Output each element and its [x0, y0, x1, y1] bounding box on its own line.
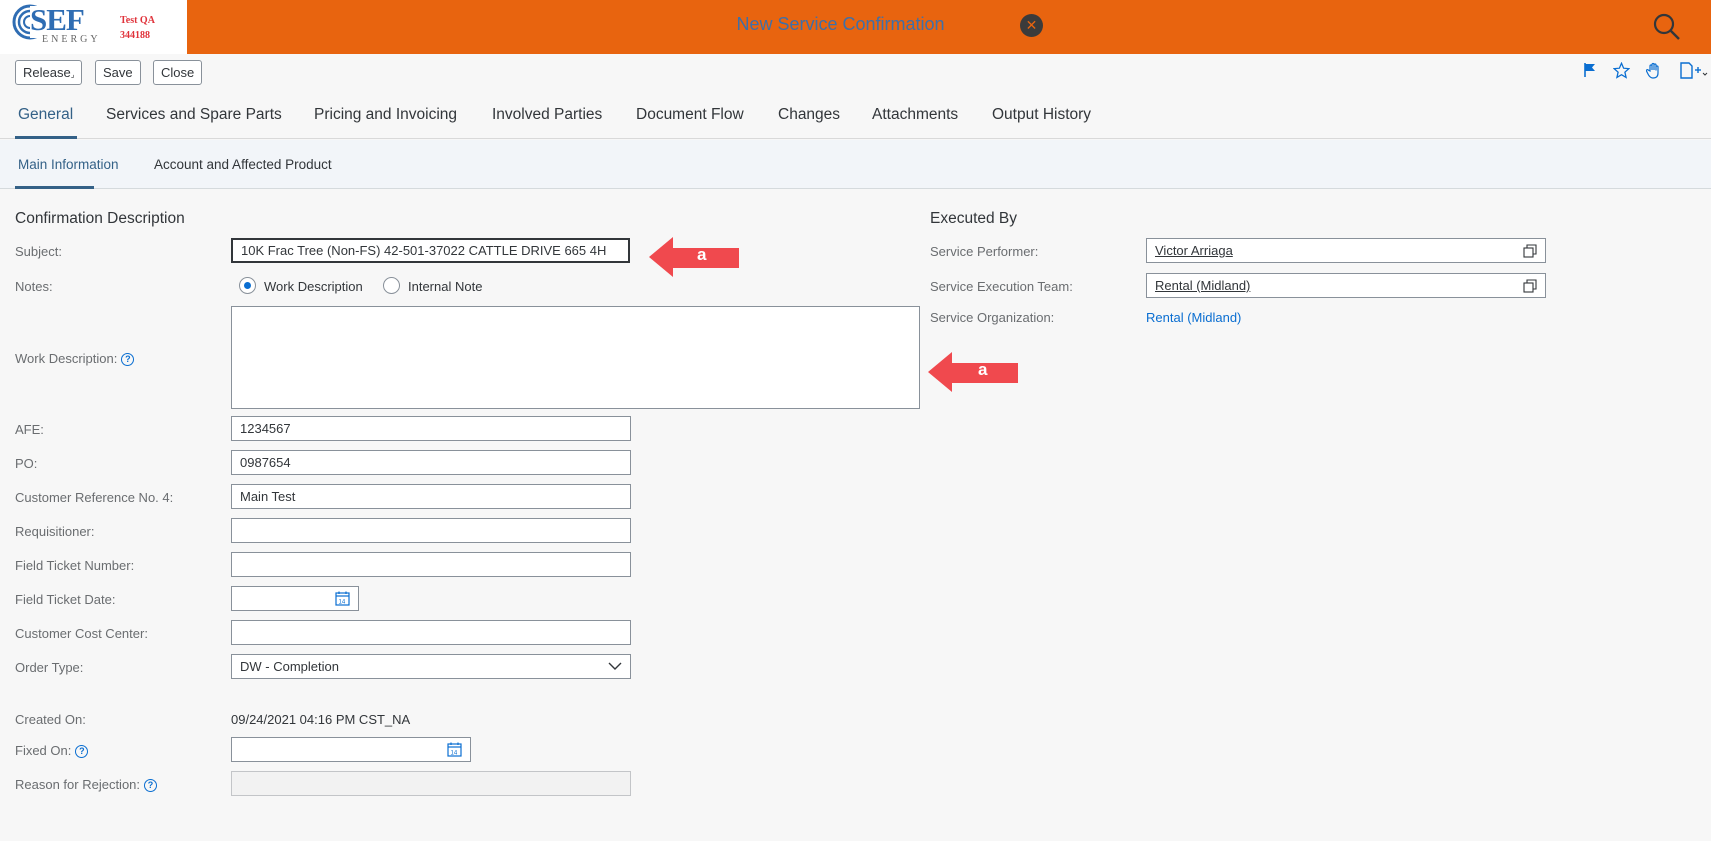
service-performer-value[interactable]: Victor Arriaga [1155, 243, 1233, 258]
order-type-label: Order Type: [15, 660, 84, 675]
dropdown-indicator-icon: ⌟ [70, 70, 75, 79]
order-type-value: DW - Completion [240, 659, 339, 674]
subtab-account-affected-product[interactable]: Account and Affected Product [154, 157, 332, 172]
customer-cost-center-input[interactable] [231, 620, 631, 645]
created-on-label: Created On: [15, 712, 86, 727]
tab-pricing-invoicing[interactable]: Pricing and Invoicing [314, 106, 457, 124]
customer-reference-input[interactable]: Main Test [231, 484, 631, 509]
service-organization-label: Service Organization: [930, 310, 1055, 325]
afe-input[interactable]: 1234567 [231, 416, 631, 441]
work-description-label: Work Description:? [15, 351, 135, 366]
work-description-radio[interactable] [239, 277, 256, 294]
hand-icon[interactable] [1645, 62, 1662, 84]
active-tab-indicator [15, 136, 77, 139]
requisitioner-label: Requisitioner: [15, 524, 95, 539]
requisitioner-input[interactable] [231, 518, 631, 543]
reason-rejection-label: Reason for Rejection:? [15, 777, 158, 792]
po-label: PO: [15, 456, 38, 471]
service-performer-label: Service Performer: [930, 244, 1039, 259]
help-icon[interactable]: ? [75, 745, 89, 758]
close-title-icon[interactable]: ✕ [1020, 14, 1043, 37]
subject-label: Subject: [15, 244, 62, 259]
field-ticket-date-label: Field Ticket Date: [15, 592, 116, 607]
flag-icon[interactable] [1582, 62, 1598, 83]
service-performer-input[interactable]: Victor Arriaga [1146, 238, 1546, 263]
customer-reference-label: Customer Reference No. 4: [15, 490, 174, 505]
annotation-arrow-icon [649, 237, 739, 277]
help-icon[interactable]: ? [121, 353, 135, 366]
afe-label: AFE: [15, 422, 44, 437]
created-on-value: 09/24/2021 04:16 PM CST_NA [231, 712, 411, 727]
work-description-label-text: Work Description: [15, 351, 118, 366]
save-button[interactable]: Save [95, 60, 141, 85]
help-icon[interactable]: ? [144, 779, 158, 792]
tab-services-spare-parts[interactable]: Services and Spare Parts [106, 106, 282, 124]
internal-note-radio-label: Internal Note [408, 279, 483, 294]
annotation-arrow-icon [928, 352, 1018, 392]
subtab-bar: Main Information Account and Affected Pr… [0, 140, 1711, 189]
page-title: New Service Confirmation [736, 14, 945, 34]
tab-general[interactable]: General [18, 106, 73, 124]
field-ticket-date-input[interactable]: 14 [231, 586, 359, 611]
tab-attachments[interactable]: Attachments [872, 106, 958, 124]
tab-bar: General Services and Spare Parts Pricing… [0, 96, 1711, 139]
field-ticket-number-input[interactable] [231, 552, 631, 577]
annotation-label: a [697, 245, 707, 264]
work-description-textarea[interactable] [231, 306, 920, 409]
service-organization-link[interactable]: Rental (Midland) [1146, 310, 1241, 325]
calendar-icon[interactable]: 14 [447, 742, 462, 757]
fixed-on-label: Fixed On:? [15, 743, 89, 758]
order-type-select[interactable]: DW - Completion [231, 654, 631, 679]
work-description-radio-label: Work Description [264, 279, 363, 294]
tab-output-history[interactable]: Output History [992, 106, 1091, 124]
release-button-label: Release [23, 65, 71, 80]
tab-document-flow[interactable]: Document Flow [636, 106, 744, 124]
release-button[interactable]: Release⌟ [15, 60, 83, 85]
value-help-icon[interactable] [1523, 244, 1537, 258]
tab-changes[interactable]: Changes [778, 106, 840, 124]
value-help-icon[interactable] [1523, 279, 1537, 293]
logo-subtext: ENERGY [42, 34, 101, 45]
field-ticket-number-label: Field Ticket Number: [15, 558, 135, 573]
notes-label: Notes: [15, 279, 53, 294]
svg-text:14: 14 [339, 600, 346, 606]
service-execution-team-input[interactable]: Rental (Midland) [1146, 273, 1546, 298]
po-input[interactable]: 0987654 [231, 450, 631, 475]
fixed-on-label-text: Fixed On: [15, 743, 72, 758]
star-icon[interactable] [1612, 61, 1631, 84]
internal-note-radio[interactable] [383, 277, 400, 294]
svg-text:14: 14 [451, 751, 458, 757]
reason-rejection-label-text: Reason for Rejection: [15, 777, 141, 792]
chevron-down-icon[interactable] [608, 661, 622, 671]
add-document-icon[interactable] [1678, 62, 1708, 84]
reason-rejection-input [231, 771, 631, 796]
annotation-label: a [978, 360, 988, 379]
service-execution-team-value[interactable]: Rental (Midland) [1155, 278, 1250, 293]
calendar-icon[interactable]: 14 [335, 591, 350, 606]
fixed-on-input[interactable]: 14 [231, 737, 471, 762]
customer-cost-center-label: Customer Cost Center: [15, 626, 148, 641]
shell-bar: SEF ENERGY Test QA 344188 New Service Co… [0, 0, 1711, 54]
executed-by-title: Executed By [930, 210, 1018, 227]
close-button[interactable]: Close [153, 60, 203, 85]
active-subtab-indicator [15, 186, 94, 189]
search-icon[interactable] [1652, 12, 1682, 45]
toolbar: Release⌟ Save Close [0, 54, 1711, 90]
subtab-main-information[interactable]: Main Information [18, 157, 119, 172]
tab-involved-parties[interactable]: Involved Parties [492, 106, 602, 124]
subject-input[interactable]: 10K Frac Tree (Non-FS) 42-501-37022 CATT… [231, 238, 630, 263]
service-execution-team-label: Service Execution Team: [930, 279, 1073, 294]
confirmation-description-title: Confirmation Description [15, 210, 185, 227]
